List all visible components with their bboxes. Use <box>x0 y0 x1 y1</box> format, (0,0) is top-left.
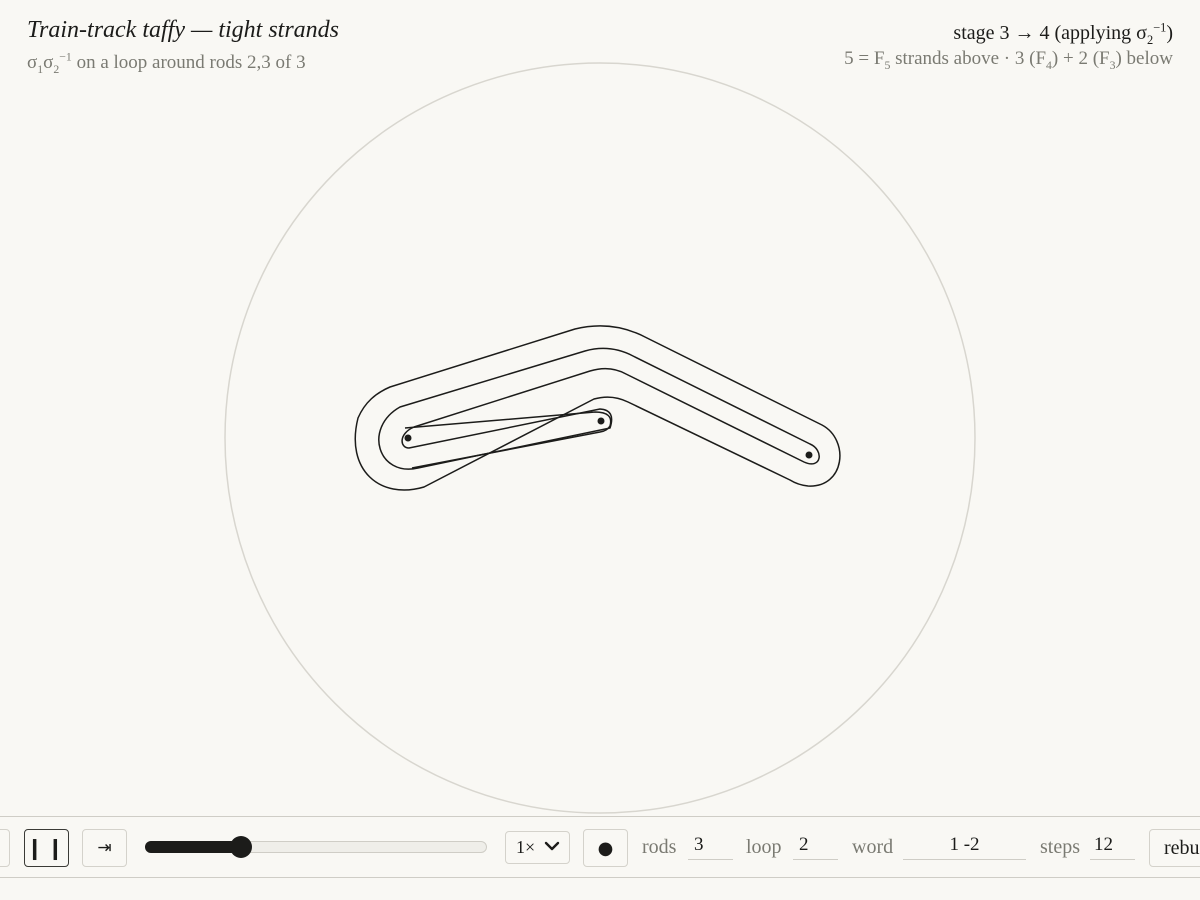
dot-icon: ● <box>597 837 614 859</box>
rewind-button[interactable] <box>0 829 10 867</box>
step-button[interactable]: ⇥ <box>82 829 127 867</box>
trail-toggle-button[interactable]: ● <box>583 829 628 867</box>
slider-fill <box>145 841 241 853</box>
taffy-canvas <box>224 62 976 814</box>
steps-input[interactable]: 12 <box>1090 834 1135 860</box>
rebuild-button[interactable]: rebuild <box>1149 829 1200 867</box>
rods-input[interactable]: 3 <box>688 834 733 860</box>
rebuild-label: rebuild <box>1164 836 1200 859</box>
chevron-down-icon <box>544 841 560 851</box>
slider-thumb[interactable] <box>230 836 252 858</box>
rod-2 <box>597 417 605 425</box>
pause-icon: ❙❙ <box>25 836 68 860</box>
rods-label: rods <box>642 836 677 858</box>
rod-1 <box>404 434 412 442</box>
loop-input[interactable]: 2 <box>793 834 838 860</box>
speed-value: 1× <box>516 837 536 857</box>
strand-middle <box>378 347 820 470</box>
boundary-disk <box>224 62 976 814</box>
progress-slider[interactable] <box>145 836 487 858</box>
speed-select[interactable]: 1× <box>505 831 570 864</box>
steps-label: steps <box>1040 836 1080 858</box>
loop-label: loop <box>746 836 782 858</box>
pause-button[interactable]: ❙❙ <box>24 829 69 867</box>
word-input[interactable]: 1 -2 <box>903 834 1026 860</box>
rod-3 <box>805 451 813 459</box>
step-forward-icon: ⇥ <box>97 838 112 858</box>
word-label: word <box>852 836 894 858</box>
